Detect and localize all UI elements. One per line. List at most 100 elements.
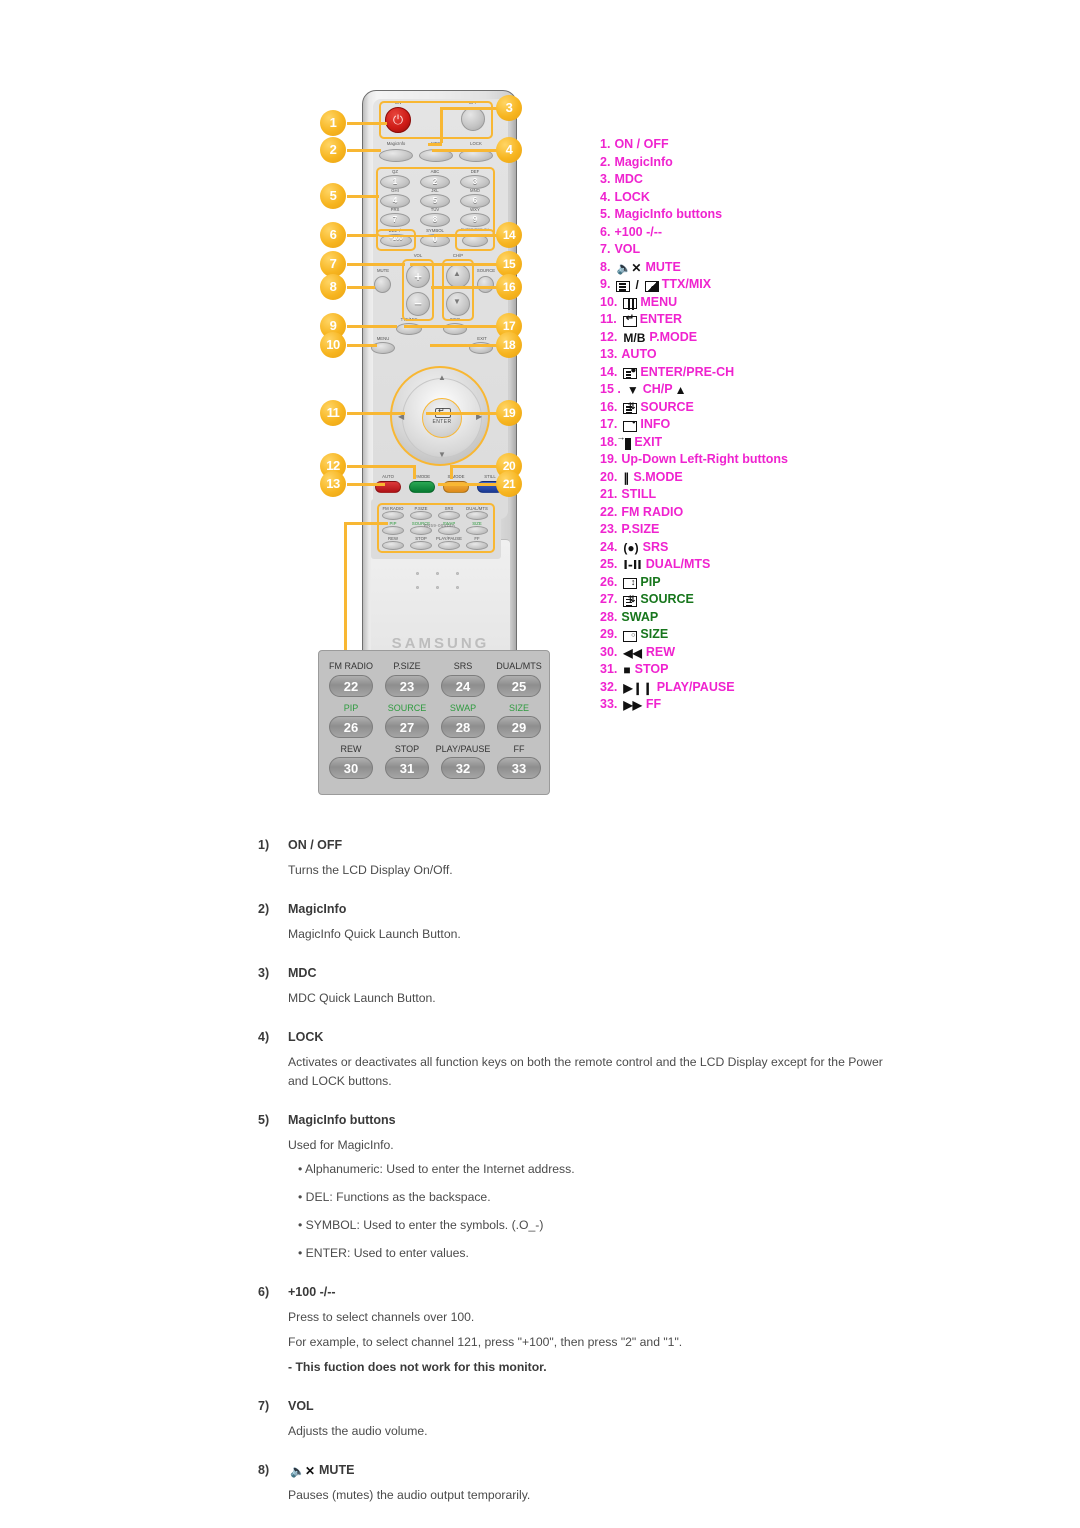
leader-17 <box>404 325 498 328</box>
zoom-key-26[interactable]: 26 <box>329 716 373 738</box>
legend-item-number: 18. <box>600 434 618 449</box>
legend-item-srs: 24. (●) SRS <box>600 540 930 553</box>
description-title: MagicInfo buttons <box>288 1113 396 1127</box>
leader-3-h2 <box>428 143 442 146</box>
legend-item-label: PLAY/PAUSE <box>656 679 735 694</box>
sound-mode-icon: ∥ <box>623 470 630 485</box>
description-body: MagicInfo Quick Launch Button. <box>288 925 898 944</box>
description-title-text: LOCK <box>288 1029 324 1044</box>
legend-item-enter: 11. ENTER <box>600 312 930 327</box>
legend-item-label: P.SIZE <box>621 522 660 536</box>
chevron-down-icon: ▼ <box>453 297 461 306</box>
legend-item-enter-pre-ch: 14. ENTER/PRE-CH <box>600 365 930 380</box>
legend-item-size: 29. SIZE <box>600 627 930 642</box>
magicinfo-label: MagicInfo <box>386 141 406 146</box>
legend-item-label: SIZE <box>640 627 669 641</box>
legend-item-number: 12. <box>600 329 618 344</box>
mute-button[interactable] <box>374 276 391 293</box>
callout-21: 21 <box>496 471 522 497</box>
magicinfo-button[interactable] <box>379 149 413 162</box>
legend-item-label: STILL <box>621 487 657 501</box>
zoom-key-27[interactable]: 27 <box>385 716 429 738</box>
highlight-keypad <box>376 167 495 237</box>
navigation-wheel[interactable]: ▲ ▼ ◀ ▶ ENTER <box>390 366 490 466</box>
slash-separator: / <box>635 278 639 293</box>
chp-label: CH/P <box>452 253 464 258</box>
teletext-icon <box>616 280 631 292</box>
legend-item-label: EXIT <box>634 434 663 449</box>
legend-item-still: 21. STILL <box>600 488 930 501</box>
legend-item-label: ENTER <box>639 312 683 326</box>
legend-item-s-mode: 20. ∥ S.MODE <box>600 469 930 485</box>
legend-item-number: 19. <box>600 452 618 466</box>
leader-21 <box>438 483 498 486</box>
legend-item-label: S.MODE <box>633 469 683 484</box>
description-number: 4) <box>258 1029 270 1044</box>
highlight-plus100 <box>376 229 416 251</box>
legend-item-vol: 7. VOL <box>600 243 930 256</box>
pmode-button[interactable] <box>409 481 435 493</box>
leader-12-v <box>413 465 416 479</box>
leader-4 <box>432 149 498 152</box>
leader-18 <box>430 344 498 347</box>
legend-item-label: STOP <box>634 662 669 676</box>
vol-label: VOL <box>413 253 423 258</box>
description-number: 3) <box>258 965 270 980</box>
remote-control-figure-area: ON OFF MagicInfo MDC LOCK 1 QZ 2 ABC <box>0 0 1080 830</box>
zoom-key-22[interactable]: 22 <box>329 675 373 697</box>
mute-icon: 🔈✕ <box>290 1463 315 1478</box>
remote-diagram: ON OFF MagicInfo MDC LOCK 1 QZ 2 ABC <box>300 85 585 810</box>
callout-11: 11 <box>320 400 346 426</box>
zoom-label-pip: PIP <box>343 703 359 713</box>
description-body: Adjusts the audio volume. <box>288 1422 898 1441</box>
zoom-key-28[interactable]: 28 <box>441 716 485 738</box>
zoom-key-32[interactable]: 32 <box>441 757 485 779</box>
legend-item-ff: 33. ▶▶ FF <box>600 698 930 711</box>
legend-item-label: LOCK <box>614 189 650 204</box>
legend-item-mute: 8. 🔈✕ MUTE <box>600 259 930 274</box>
description-paragraph: Used for MagicInfo. <box>288 1137 394 1152</box>
description-number: 8) <box>258 1462 270 1477</box>
zoom-key-30[interactable]: 30 <box>329 757 373 779</box>
zoom-key-25[interactable]: 25 <box>497 675 541 697</box>
zoom-label-rew: REW <box>340 744 362 754</box>
manual-page: ON OFF MagicInfo MDC LOCK 1 QZ 2 ABC <box>0 0 1080 1528</box>
legend-item-number: 30. <box>600 644 618 659</box>
description-title-text: MagicInfo buttons <box>288 1112 396 1127</box>
legend-item-menu: 10. MENU <box>600 294 930 311</box>
zoom-key-23[interactable]: 23 <box>385 675 429 697</box>
legend-item-label: MagicInfo <box>614 154 673 169</box>
play-pause-icon: ▶❙❙ <box>623 680 653 695</box>
legend-item-number: 1. <box>600 137 611 151</box>
zoom-key-24[interactable]: 24 <box>441 675 485 697</box>
pip-icon <box>623 578 638 590</box>
zoom-key-31[interactable]: 31 <box>385 757 429 779</box>
legend-item-label: CH/P <box>642 382 673 396</box>
description-paragraph: Adjusts the audio volume. <box>288 1423 428 1438</box>
description-heading: 6) +100 -/-- <box>258 1285 898 1299</box>
legend-item-number: 10. <box>600 294 618 309</box>
description-entry: 3) MDC MDC Quick Launch Button. <box>258 966 898 1008</box>
menu-icon <box>623 298 638 311</box>
description-note: - This fuction does not work for this mo… <box>288 1359 547 1374</box>
legend-item-lock: 4. LOCK <box>600 189 930 204</box>
leader-8 <box>347 286 375 289</box>
zoom-key-29[interactable]: 29 <box>497 716 541 738</box>
callout-6: 6 <box>320 222 346 248</box>
legend-item-number: 15 . <box>600 382 621 396</box>
source-icon <box>623 595 638 607</box>
button-descriptions: 1) ON / OFF Turns the LCD Display On/Off. 2… <box>258 838 898 1511</box>
nav-down-icon[interactable]: ▼ <box>438 450 446 459</box>
callout-4: 4 <box>496 137 522 163</box>
chevron-down-icon: ▼ <box>626 383 639 398</box>
legend-item-number: 16. <box>600 399 618 414</box>
legend-item-number: 2. <box>600 154 611 169</box>
legend-item-number: 17. <box>600 417 618 431</box>
legend-item-number: 8. <box>600 259 611 274</box>
source-button[interactable] <box>477 276 494 293</box>
enter-button[interactable]: ENTER <box>422 398 462 438</box>
legend-item-label: Up-Down Left-Right buttons <box>621 452 789 466</box>
zoom-key-33[interactable]: 33 <box>497 757 541 779</box>
nav-up-icon[interactable]: ▲ <box>438 373 446 382</box>
leader-5 <box>347 195 379 198</box>
